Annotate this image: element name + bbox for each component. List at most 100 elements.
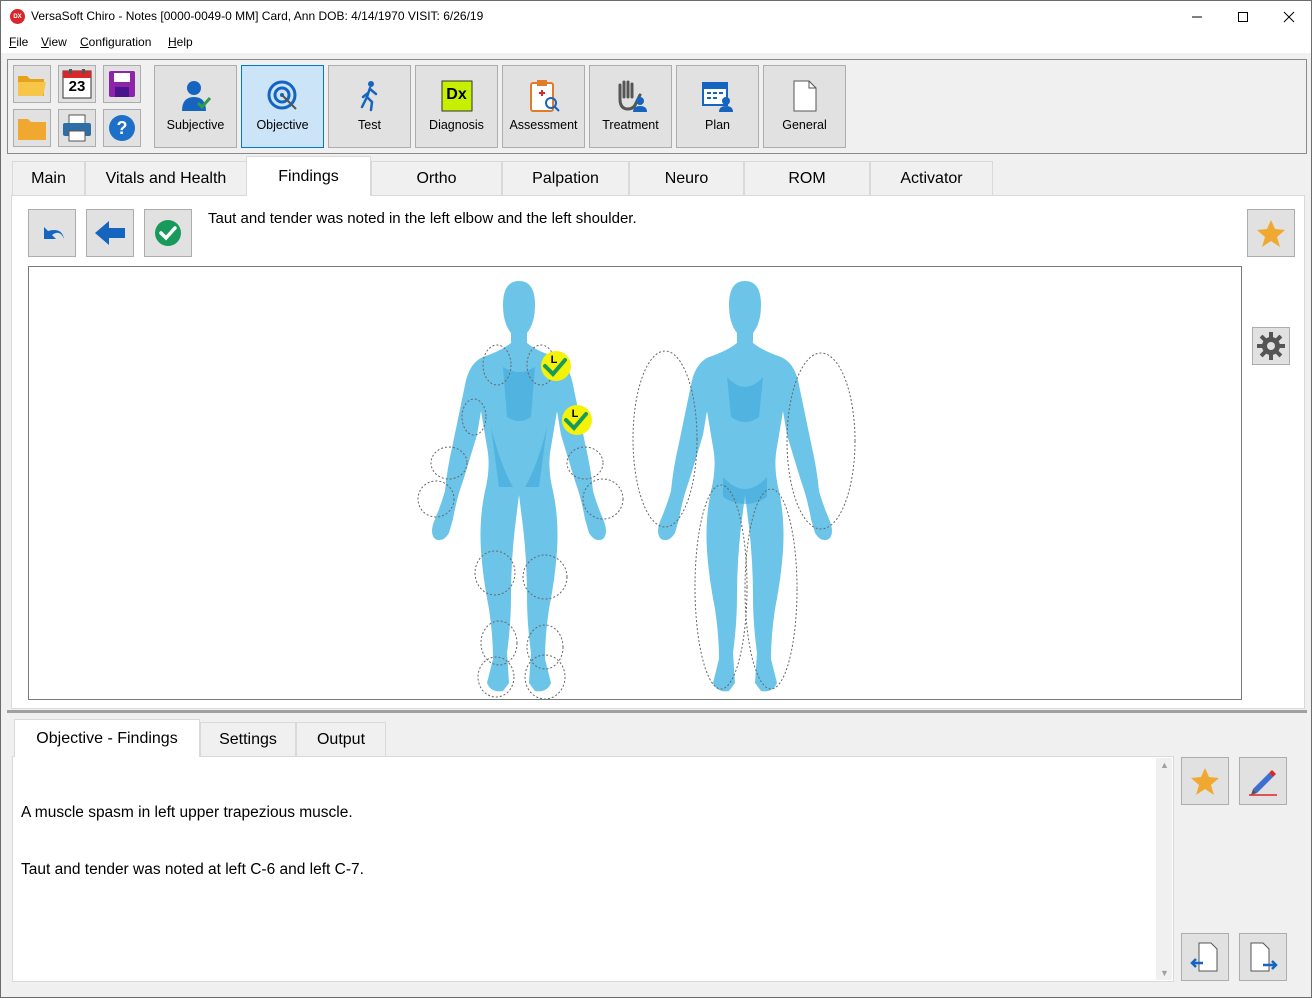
notes-favorite-button[interactable] [1181,757,1229,805]
panel-splitter[interactable] [7,710,1307,713]
notes-scrollbar[interactable]: ▲ ▼ [1156,758,1172,980]
calendar-button[interactable]: 23 [58,65,96,103]
menu-file-label: ile [16,35,29,49]
maximize-button[interactable] [1220,1,1266,32]
marker-left-shoulder-label: L [551,354,558,366]
tab-vitals-and-health[interactable]: Vitals and Health [85,161,247,195]
svg-text:?: ? [117,118,128,138]
tab-findings[interactable]: Findings [246,156,371,196]
back-button[interactable] [86,209,134,257]
module-test-button[interactable]: Test [328,65,411,148]
app-logo-icon: DX [10,9,25,24]
marker-left-elbow-label: L [572,408,579,420]
folder-open-icon [18,76,46,96]
tab-palpation[interactable]: Palpation [502,161,629,195]
marker-left-elbow[interactable]: L [562,405,592,435]
help-icon: ? [109,115,135,141]
printer-icon [63,114,91,142]
module-test-label: Test [358,118,381,132]
folder-icon [18,119,46,140]
body-diagram[interactable]: L L [29,267,1241,700]
print-button[interactable] [58,109,96,147]
finding-sentence: Taut and tender was noted in the left el… [208,210,637,227]
findings-tab-body: Taut and tender was noted in the left el… [11,195,1305,709]
menu-help[interactable]: Help [168,35,193,49]
menu-help-label: elp [176,35,193,49]
module-assessment-label: Assessment [509,118,578,132]
scroll-up-icon[interactable]: ▲ [1160,760,1169,770]
help-button[interactable]: ? [103,109,141,147]
app-window: DX VersaSoft Chiro - Notes [0000-0049-0 … [0,0,1312,998]
target-icon [267,80,297,110]
accept-button[interactable] [144,209,192,257]
minimize-icon [1192,16,1202,17]
scroll-down-icon[interactable]: ▼ [1160,968,1169,978]
main-panel: Main Vitals and Health Findings Ortho Pa… [7,156,1307,711]
toolbar: 23 ? Subjective Objective Test Dx Diagno… [7,59,1307,154]
close-icon [1283,11,1295,22]
notes-textarea[interactable]: A muscle spasm in left upper trapezious … [12,756,1174,982]
star-icon [1191,768,1219,795]
tab-settings[interactable]: Settings [200,722,296,756]
tab-objective-findings[interactable]: Objective - Findings [14,719,200,757]
walking-person-icon [360,81,377,112]
notes-line-1: A muscle spasm in left upper trapezious … [21,804,353,821]
tab-rom[interactable]: ROM [744,161,870,195]
check-circle-icon [155,220,181,246]
menu-help-accel: H [168,35,177,49]
notes-line-2: Taut and tender was noted at left C-6 an… [21,861,364,878]
module-general-label: General [782,118,827,132]
tab-main[interactable]: Main [12,161,85,195]
tab-neuro[interactable]: Neuro [629,161,744,195]
module-diagnosis-button[interactable]: Dx Diagnosis [415,65,498,148]
calendar-day: 23 [68,78,86,95]
module-assessment-button[interactable]: Assessment [502,65,585,148]
module-plan-label: Plan [704,118,731,132]
window-title: VersaSoft Chiro - Notes [0000-0049-0 MM]… [31,9,484,23]
notes-text: A muscle spasm in left upper trapezious … [21,765,364,917]
undo-icon [44,227,64,239]
save-button[interactable] [103,65,141,103]
minimize-button[interactable] [1174,1,1220,32]
document-import-icon [1190,942,1218,972]
bottom-panel: Objective - Findings Settings Output A m… [7,717,1307,987]
favorite-button[interactable] [1247,209,1295,257]
menu-file[interactable]: File [9,35,28,49]
module-objective-button[interactable]: Objective [241,65,324,148]
close-button[interactable] [1266,1,1311,32]
calendar-user-icon [701,82,733,112]
dx-icon-label: Dx [446,86,467,103]
module-treatment-label: Treatment [602,118,659,132]
module-objective-label: Objective [256,118,309,132]
module-subjective-button[interactable]: Subjective [154,65,237,148]
user-check-icon [181,81,211,111]
menu-view[interactable]: View [41,35,67,49]
open-folder-button[interactable] [13,65,51,103]
export-document-button[interactable] [1239,933,1287,981]
tab-ortho[interactable]: Ortho [371,161,502,195]
module-diagnosis-label: Diagnosis [429,118,484,132]
front-body-figure[interactable] [432,281,606,692]
folder-button[interactable] [13,109,51,147]
clipboard-search-icon [529,80,560,112]
import-document-button[interactable] [1181,933,1229,981]
marker-left-shoulder[interactable]: L [541,351,571,381]
body-chart[interactable]: L L [28,266,1242,700]
tab-activator[interactable]: Activator [870,161,993,195]
undo-button[interactable] [28,209,76,257]
gear-icon [1257,332,1285,360]
tab-output[interactable]: Output [296,722,386,756]
pencil-edit-icon [1249,770,1277,796]
menu-configuration[interactable]: Configuration [80,35,151,49]
settings-gear-button[interactable] [1252,327,1290,365]
floppy-disk-icon [109,71,135,97]
maximize-icon [1238,11,1248,22]
title-bar: DX VersaSoft Chiro - Notes [0000-0049-0 … [1,1,1311,32]
menu-view-accel: V [41,35,49,49]
notes-edit-button[interactable] [1239,757,1287,805]
module-plan-button[interactable]: Plan [676,65,759,148]
module-treatment-button[interactable]: Treatment [589,65,672,148]
module-general-button[interactable]: General [763,65,846,148]
back-body-figure[interactable] [658,281,832,692]
menu-configuration-label: onfiguration [88,35,152,49]
